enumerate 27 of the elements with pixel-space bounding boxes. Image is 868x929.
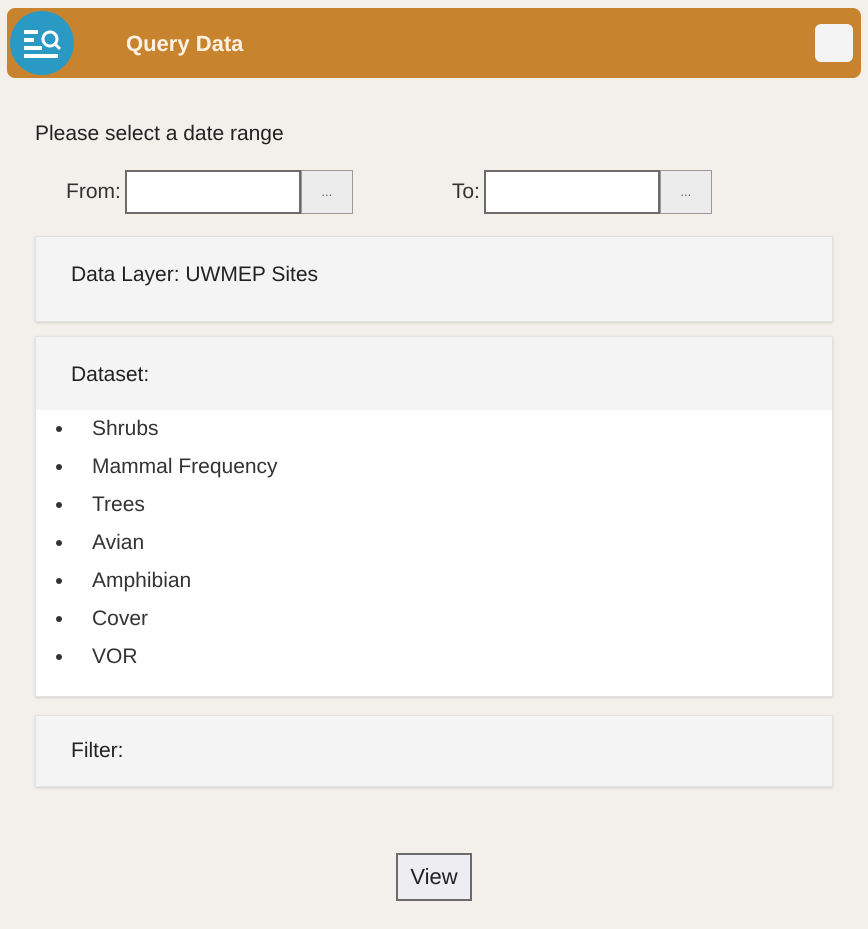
date-picker-button[interactable]: ...: [660, 170, 712, 214]
bullet-icon: [56, 616, 62, 622]
field-label: To:: [452, 178, 480, 205]
dataset-item[interactable]: VOR: [92, 640, 138, 672]
query-icon: [10, 11, 74, 75]
date-field[interactable]: [484, 170, 660, 214]
date-field[interactable]: [124, 170, 301, 214]
bullet-icon: [56, 578, 62, 584]
prompt-text: Please select a date range: [35, 121, 284, 147]
dataset-item[interactable]: Shrubs: [92, 412, 159, 444]
dataset-item[interactable]: Avian: [92, 526, 144, 558]
bullet-icon: [56, 502, 62, 508]
filter-label: Filter:: [71, 738, 124, 764]
data-layer-label: Data Layer: UWMEP Sites: [71, 262, 318, 288]
bullet-icon: [56, 654, 62, 660]
field-label: From:: [66, 178, 121, 205]
bullet-icon: [56, 540, 62, 546]
dataset-item[interactable]: Cover: [92, 602, 148, 634]
window-title: Query Data: [126, 30, 244, 58]
dataset-item[interactable]: Amphibian: [92, 564, 192, 596]
view-button[interactable]: View: [396, 852, 472, 900]
date-picker-button[interactable]: ...: [300, 170, 353, 214]
bullet-icon: [56, 464, 62, 470]
dataset-item[interactable]: Mammal Frequency: [92, 450, 278, 482]
bullet-icon: [56, 426, 62, 432]
dataset-item[interactable]: Trees: [92, 488, 145, 520]
dataset-header: Dataset:: [36, 336, 832, 410]
